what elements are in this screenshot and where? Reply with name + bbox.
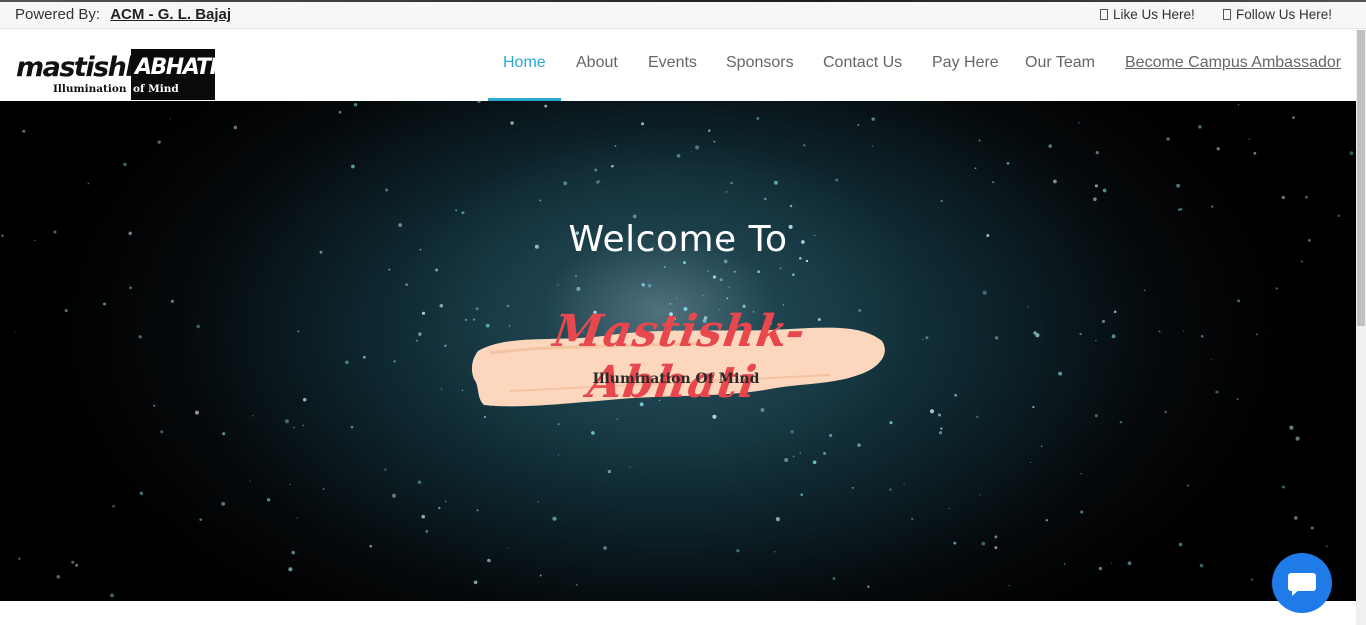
powered-by: Powered By: ACM - G. L. Bajaj bbox=[15, 6, 231, 23]
logo-word-right: ABHATI bbox=[135, 55, 218, 80]
hero-banner: Welcome To Mastishk-Abhati Illumination … bbox=[0, 101, 1356, 601]
powered-by-label: Powered By: bbox=[15, 6, 101, 23]
logo-word-left: mastishk bbox=[16, 52, 143, 83]
brand-tagline: Illumination Of Mind bbox=[592, 371, 760, 387]
nav-home[interactable]: Home bbox=[503, 54, 546, 72]
nav-campus-ambassador[interactable]: Become Campus Ambassador bbox=[1125, 54, 1341, 72]
follow-us-link[interactable]: Follow Us Here! bbox=[1223, 7, 1332, 22]
welcome-heading: Welcome To bbox=[568, 219, 788, 260]
like-us-label: Like Us Here! bbox=[1113, 7, 1195, 22]
chat-icon-tail bbox=[1292, 589, 1300, 596]
nav-pay-here[interactable]: Pay Here bbox=[932, 54, 999, 72]
navbar: mastishk ABHATI Illumination of Mind Hom… bbox=[0, 30, 1356, 101]
like-us-link[interactable]: Like Us Here! bbox=[1100, 7, 1195, 22]
logo-sub-right: of Mind bbox=[133, 83, 179, 95]
logo-sub-left: Illumination bbox=[53, 83, 127, 95]
nav-contact-us[interactable]: Contact Us bbox=[823, 54, 902, 72]
nav-events[interactable]: Events bbox=[648, 54, 697, 72]
follow-us-label: Follow Us Here! bbox=[1236, 7, 1333, 22]
top-edge bbox=[0, 0, 1366, 2]
acm-link[interactable]: ACM - G. L. Bajaj bbox=[110, 6, 231, 23]
facebook-icon bbox=[1100, 9, 1108, 20]
nav-about[interactable]: About bbox=[576, 54, 618, 72]
chat-button[interactable] bbox=[1272, 553, 1332, 613]
scrollbar-thumb[interactable] bbox=[1357, 30, 1365, 326]
site-logo[interactable]: mastishk ABHATI Illumination of Mind bbox=[16, 49, 218, 100]
brand-title: Mastishk-Abhati bbox=[550, 306, 810, 408]
nav-sponsors[interactable]: Sponsors bbox=[726, 54, 794, 72]
nav-our-team[interactable]: Our Team bbox=[1025, 54, 1095, 72]
instagram-icon bbox=[1223, 9, 1231, 20]
top-bar: Powered By: ACM - G. L. Bajaj Like Us He… bbox=[0, 0, 1366, 29]
